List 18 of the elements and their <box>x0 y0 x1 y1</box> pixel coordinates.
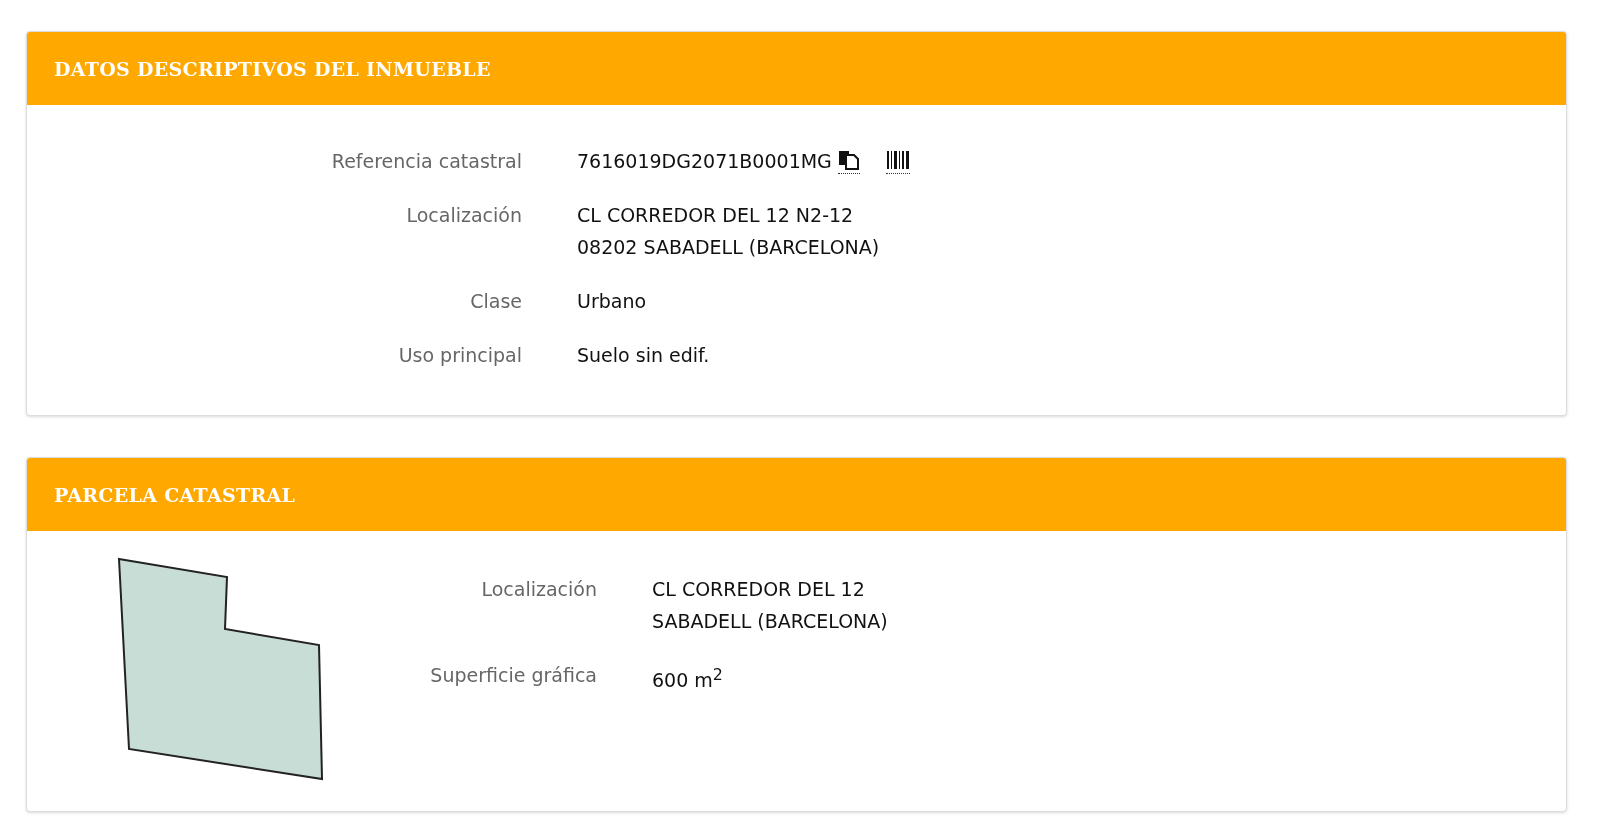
section-title: DATOS DESCRIPTIVOS DEL INMUEBLE <box>54 57 491 80</box>
section-title: PARCELA CATASTRAL <box>54 483 296 506</box>
field-label: Localización <box>405 203 522 228</box>
field-value: SABADELL (BARCELONA) <box>652 609 888 634</box>
field-label: Referencia catastral <box>330 149 522 174</box>
field-value: CL CORREDOR DEL 12 <box>652 577 866 602</box>
field-label: Superficie gráfica <box>429 663 597 688</box>
copy-icon[interactable] <box>837 148 860 174</box>
field-label: Localización <box>480 577 597 602</box>
field-label: Clase <box>469 289 522 314</box>
field-value: 600 m$^{2}$ <box>652 664 724 694</box>
field-value: CL CORREDOR DEL 12 N2-12 <box>577 203 854 228</box>
field-value: Suelo sin edif. <box>577 343 710 368</box>
field-label: Uso principal <box>397 343 522 368</box>
barcode-icon[interactable] <box>885 148 910 174</box>
field-value: Urbano <box>577 289 647 314</box>
field-value: 7616019DG2071B0001MG <box>577 149 832 174</box>
field-value: 08202 SABADELL (BARCELONA) <box>577 235 880 260</box>
